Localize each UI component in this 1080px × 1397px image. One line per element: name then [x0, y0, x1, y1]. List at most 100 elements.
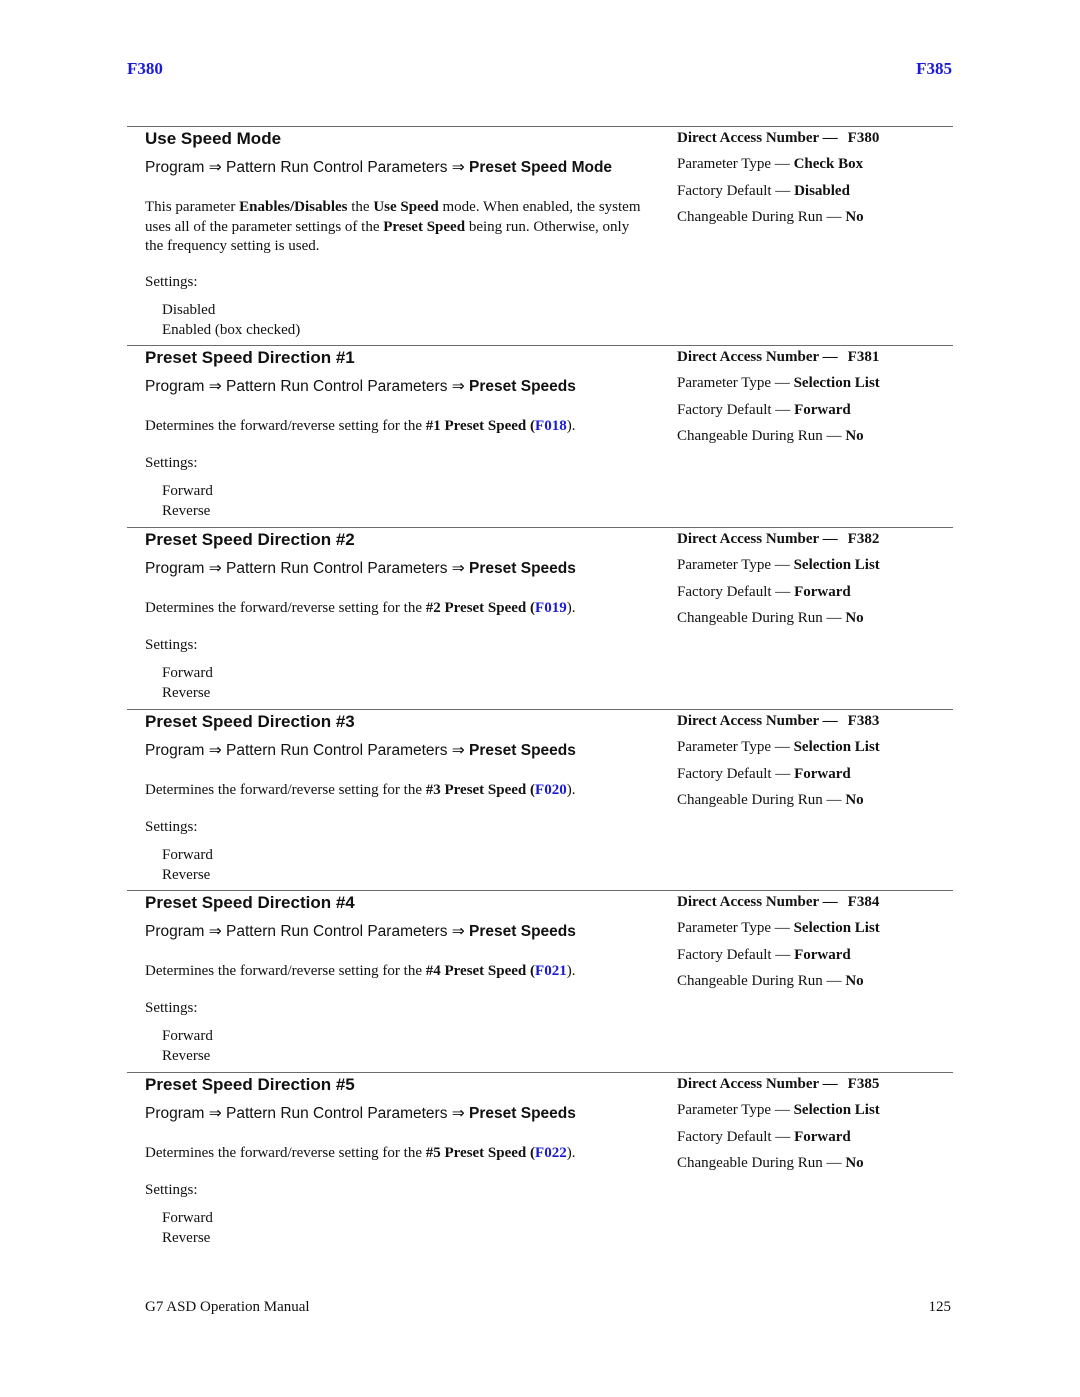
setting-option: Reverse: [162, 1048, 211, 1064]
setting-option: Reverse: [162, 685, 211, 701]
direct-access-value: F381: [847, 349, 880, 365]
desc-text: Determines the forward/reverse setting f…: [145, 1145, 426, 1161]
settings-label: Settings:: [145, 637, 198, 653]
parameter-type-value: Selection List: [793, 375, 880, 391]
setting-option: Forward: [162, 1028, 213, 1044]
parameter-type-label: Parameter Type —: [677, 920, 794, 936]
menu-path: Program ⇒ Pattern Run Control Parameters…: [145, 158, 612, 177]
changeable-value: No: [845, 973, 864, 989]
parameter-type-value: Check Box: [793, 156, 864, 172]
parameter-link[interactable]: F021: [535, 963, 567, 979]
parameter-section-preset-direction-5: Preset Speed Direction #5 Program ⇒ Patt…: [127, 1072, 953, 1253]
parameter-type: Parameter Type — Selection List: [677, 920, 880, 937]
factory-default-value: Forward: [794, 1129, 851, 1145]
changeable-during-run: Changeable During Run — No: [677, 610, 864, 627]
menu-path-target: Preset Speeds: [469, 378, 576, 395]
setting-option: Forward: [162, 847, 213, 863]
desc-paren: ).: [566, 418, 576, 434]
settings-label: Settings:: [145, 1182, 198, 1198]
section-description: Determines the forward/reverse setting f…: [145, 417, 645, 437]
parameter-section-preset-direction-3: Preset Speed Direction #3 Program ⇒ Patt…: [127, 709, 953, 890]
menu-path-target: Preset Speed Mode: [469, 159, 613, 176]
factory-default: Factory Default — Forward: [677, 766, 851, 783]
desc-text: Determines the forward/reverse setting f…: [145, 418, 426, 434]
parameter-section-preset-direction-2: Preset Speed Direction #2 Program ⇒ Patt…: [127, 527, 953, 708]
section-description: Determines the forward/reverse setting f…: [145, 962, 645, 982]
factory-default: Factory Default — Forward: [677, 584, 851, 601]
parameter-link[interactable]: F020: [535, 782, 567, 798]
factory-default-label: Factory Default —: [677, 1129, 795, 1145]
direct-access-number: Direct Access Number — F383: [677, 713, 879, 730]
direct-access-value: F382: [847, 531, 880, 547]
desc-bold: #5 Preset Speed: [425, 1145, 527, 1161]
parameter-type: Parameter Type — Selection List: [677, 375, 880, 392]
menu-path: Program ⇒ Pattern Run Control Parameters…: [145, 741, 576, 760]
desc-text: Determines the forward/reverse setting f…: [145, 782, 426, 798]
footer-page-number: 125: [928, 1299, 952, 1315]
direct-access-label: Direct Access Number —: [677, 349, 838, 365]
setting-option: Reverse: [162, 1230, 211, 1246]
direct-access-label: Direct Access Number —: [677, 130, 838, 146]
changeable-label: Changeable During Run —: [677, 209, 846, 225]
menu-path-prefix: Program ⇒ Pattern Run Control Parameters…: [145, 378, 470, 395]
menu-path-prefix: Program ⇒ Pattern Run Control Parameters…: [145, 560, 470, 577]
menu-path-target: Preset Speeds: [469, 560, 576, 577]
desc-paren: ).: [566, 600, 576, 616]
factory-default-label: Factory Default —: [677, 766, 795, 782]
section-description: Determines the forward/reverse setting f…: [145, 599, 645, 619]
changeable-during-run: Changeable During Run — No: [677, 1155, 864, 1172]
settings-label: Settings:: [145, 1000, 198, 1016]
parameter-link[interactable]: F018: [535, 418, 567, 434]
factory-default-label: Factory Default —: [677, 584, 795, 600]
direct-access-label: Direct Access Number —: [677, 713, 838, 729]
direct-access-number: Direct Access Number — F385: [677, 1076, 879, 1093]
parameter-type: Parameter Type — Check Box: [677, 156, 863, 173]
parameter-link[interactable]: F019: [535, 600, 567, 616]
changeable-label: Changeable During Run —: [677, 973, 846, 989]
section-description: This parameter Enables/Disables the Use …: [145, 198, 645, 257]
section-description: Determines the forward/reverse setting f…: [145, 781, 645, 801]
menu-path: Program ⇒ Pattern Run Control Parameters…: [145, 1104, 576, 1123]
parameter-link[interactable]: F022: [535, 1145, 567, 1161]
section-title: Preset Speed Direction #5: [145, 1075, 355, 1094]
changeable-label: Changeable During Run —: [677, 428, 846, 444]
parameter-type-value: Selection List: [793, 739, 880, 755]
desc-paren: ).: [566, 782, 576, 798]
desc-paren: ).: [566, 963, 576, 979]
parameter-type-value: Selection List: [793, 1102, 880, 1118]
factory-default-label: Factory Default —: [677, 947, 795, 963]
direct-access-label: Direct Access Number —: [677, 1076, 838, 1092]
desc-bold: #1 Preset Speed: [425, 418, 527, 434]
factory-default: Factory Default — Forward: [677, 947, 851, 964]
parameter-type: Parameter Type — Selection List: [677, 557, 880, 574]
desc-text: the: [347, 199, 374, 215]
direct-access-value: F383: [847, 713, 880, 729]
changeable-during-run: Changeable During Run — No: [677, 428, 864, 445]
menu-path-prefix: Program ⇒ Pattern Run Control Parameters…: [145, 742, 470, 759]
desc-text: Determines the forward/reverse setting f…: [145, 600, 426, 616]
desc-paren: (: [526, 963, 536, 979]
setting-option: Disabled: [162, 302, 216, 318]
changeable-value: No: [845, 1155, 864, 1171]
changeable-value: No: [845, 610, 864, 626]
parameter-type-label: Parameter Type —: [677, 557, 794, 573]
desc-paren: (: [526, 600, 536, 616]
direct-access-number: Direct Access Number — F380: [677, 130, 879, 147]
desc-paren: (: [526, 782, 536, 798]
menu-path: Program ⇒ Pattern Run Control Parameters…: [145, 559, 576, 578]
factory-default-label: Factory Default —: [677, 183, 795, 199]
desc-paren: ).: [566, 1145, 576, 1161]
menu-path-target: Preset Speeds: [469, 1105, 576, 1122]
changeable-label: Changeable During Run —: [677, 792, 846, 808]
changeable-value: No: [845, 792, 864, 808]
desc-bold: #3 Preset Speed: [425, 782, 527, 798]
parameter-type-label: Parameter Type —: [677, 375, 794, 391]
parameter-type-label: Parameter Type —: [677, 1102, 794, 1118]
factory-default-label: Factory Default —: [677, 402, 795, 418]
section-title: Use Speed Mode: [145, 129, 282, 148]
section-title: Preset Speed Direction #1: [145, 348, 355, 367]
direct-access-label: Direct Access Number —: [677, 531, 838, 547]
menu-path-prefix: Program ⇒ Pattern Run Control Parameters…: [145, 159, 470, 176]
changeable-label: Changeable During Run —: [677, 610, 846, 626]
desc-text: This parameter: [145, 199, 240, 215]
